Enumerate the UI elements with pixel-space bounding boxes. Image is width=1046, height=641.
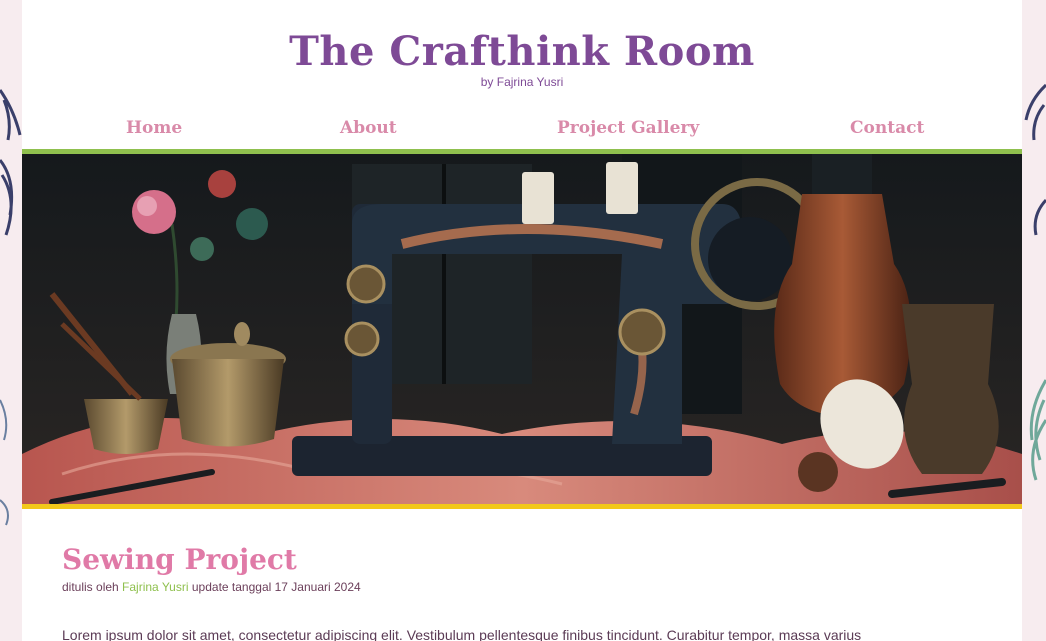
nav-item-about[interactable]: About [340, 118, 397, 138]
post-meta: ditulis oleh Fajrina Yusri update tangga… [62, 580, 361, 594]
left-floral-decoration [0, 0, 24, 641]
post-body-text: Lorem ipsum dolor sit amet, consectetur … [62, 627, 862, 641]
post-author-link[interactable]: Fajrina Yusri [122, 580, 188, 594]
yellow-divider [22, 504, 1022, 509]
nav-item-project-gallery[interactable]: Project Gallery [557, 118, 699, 138]
page-container: The Crafthink Room by Fajrina Yusri Home… [22, 0, 1022, 641]
post-meta-prefix: ditulis oleh [62, 580, 119, 594]
nav-item-home[interactable]: Home [126, 118, 182, 138]
main-nav: Home About Project Gallery Contact [22, 116, 1022, 146]
post-title: Sewing Project [62, 543, 297, 576]
right-floral-decoration [1022, 0, 1046, 641]
site-byline: by Fajrina Yusri [480, 75, 564, 89]
site-title[interactable]: The Crafthink Room [22, 28, 1022, 75]
nav-item-contact[interactable]: Contact [850, 118, 924, 138]
hero-sewing-machine-image [22, 154, 1022, 505]
post-meta-suffix: update tanggal 17 Januari 2024 [191, 580, 361, 594]
